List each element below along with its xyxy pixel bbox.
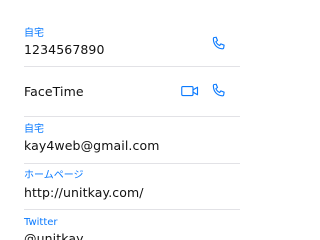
contact-detail-screen: 自宅 1234567890 FaceTime 自宅 kay4web@gmail.… bbox=[0, 0, 240, 240]
phone-icon[interactable] bbox=[210, 35, 228, 53]
homepage-row[interactable]: ホームページ http://unitkay.com/ bbox=[0, 164, 240, 209]
email-row[interactable]: 自宅 kay4web@gmail.com bbox=[0, 117, 240, 163]
email-label: 自宅 bbox=[24, 124, 44, 135]
twitter-handle[interactable]: @unitkay bbox=[24, 231, 84, 240]
video-camera-icon[interactable] bbox=[180, 82, 200, 100]
facetime-label: FaceTime bbox=[24, 84, 84, 99]
twitter-label: Twitter bbox=[24, 217, 58, 228]
phone-label: 自宅 bbox=[24, 28, 44, 39]
homepage-label: ホームページ bbox=[24, 170, 84, 181]
twitter-row[interactable]: Twitter @unitkay bbox=[0, 210, 240, 240]
phone-row[interactable]: 自宅 1234567890 bbox=[0, 0, 240, 66]
homepage-url[interactable]: http://unitkay.com/ bbox=[24, 185, 144, 200]
facetime-row[interactable]: FaceTime bbox=[0, 67, 240, 116]
phone-number[interactable]: 1234567890 bbox=[24, 42, 105, 57]
email-address[interactable]: kay4web@gmail.com bbox=[24, 138, 159, 153]
phone-icon[interactable] bbox=[210, 82, 228, 100]
